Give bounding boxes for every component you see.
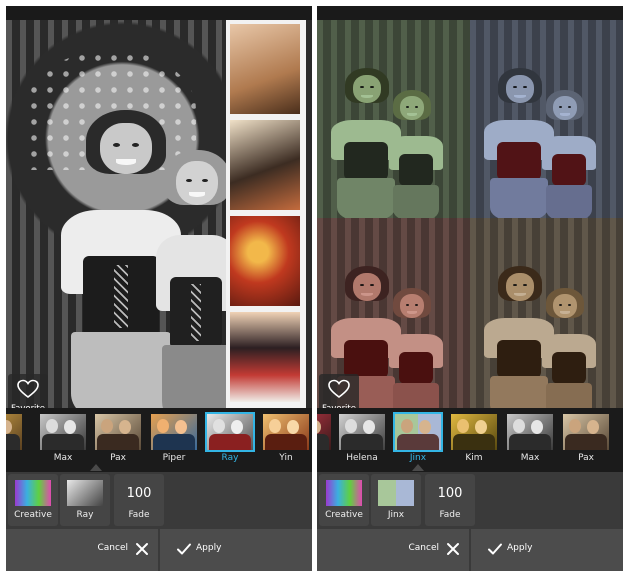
filter-thumbnail: [6, 414, 22, 450]
creative-label: Creative: [325, 510, 363, 520]
filter-pointer: [412, 464, 424, 471]
filter-thumbnail: [205, 412, 255, 452]
cancel-label: Cancel: [408, 543, 440, 553]
apply-button[interactable]: Apply: [160, 529, 312, 571]
cancel-button[interactable]: Cancel: [317, 529, 469, 571]
photo-strip: [226, 20, 306, 416]
photo-preview[interactable]: Favorite: [6, 20, 312, 416]
filter-label: Yin: [279, 453, 293, 463]
creative-button[interactable]: Creative: [8, 474, 58, 526]
tile-green: [317, 20, 470, 218]
fade-label: Fade: [128, 510, 150, 520]
editor-panel-right: Favorite Helena Jinx Kim Max Pax: [317, 6, 623, 571]
filter-item[interactable]: Helena: [339, 414, 385, 468]
strip-frame-2: [230, 120, 300, 210]
current-filter-label: Jinx: [387, 510, 405, 520]
filter-label: Ray: [221, 453, 239, 463]
filter-label: Pax: [110, 453, 126, 463]
filter-thumbnail: [317, 414, 331, 450]
filter-thumbnail: [507, 414, 553, 450]
filter-item[interactable]: Piper: [151, 414, 197, 468]
current-filter-thumbnail: [67, 480, 103, 506]
filter-pointer: [90, 464, 102, 471]
photo-preview[interactable]: Favorite: [317, 20, 623, 416]
tile-blue: [470, 20, 623, 218]
filter-thumbnail: [95, 414, 141, 450]
filter-thumbnail: [563, 414, 609, 450]
status-bar: [317, 6, 623, 20]
current-filter-label: Ray: [76, 510, 94, 520]
cancel-label: Cancel: [97, 543, 129, 553]
filter-item[interactable]: Pax: [563, 414, 609, 468]
close-icon: [447, 543, 459, 555]
fade-label: Fade: [439, 510, 461, 520]
filter-item[interactable]: m: [6, 414, 22, 468]
filter-label: Piper: [162, 453, 186, 463]
woman-left-head: [86, 110, 166, 220]
status-bar: [6, 6, 312, 20]
strip-frame-1: [230, 24, 300, 114]
creative-button[interactable]: Creative: [319, 474, 369, 526]
fade-value: 100: [126, 486, 152, 501]
filter-item[interactable]: Max: [40, 414, 86, 468]
filter-item-selected[interactable]: Ray: [205, 412, 255, 468]
check-icon: [488, 543, 502, 555]
action-bar: Cancel Apply: [317, 529, 623, 571]
creative-thumbnail: [15, 480, 51, 506]
strip-frame-4: [230, 312, 300, 402]
filter-thumbnail: [393, 412, 443, 452]
tile-sepia: [470, 218, 623, 416]
filter-label: Max: [53, 453, 73, 463]
heart-icon: [17, 379, 39, 399]
creative-thumbnail: [326, 480, 362, 506]
filter-item[interactable]: Kim: [451, 414, 497, 468]
filter-item[interactable]: Max: [507, 414, 553, 468]
filter-strip[interactable]: Helena Jinx Kim Max Pax: [317, 408, 623, 472]
check-icon: [177, 543, 191, 555]
tile-tint: [470, 20, 623, 218]
editor-panel-left: Favorite m Max Pax Piper Ray Yin: [6, 6, 312, 571]
heart-icon: [328, 379, 350, 399]
filter-thumbnail: [451, 414, 497, 450]
filter-label: Pax: [578, 453, 594, 463]
action-bar: Cancel Apply: [6, 529, 312, 571]
strip-frame-3: [230, 216, 300, 306]
apply-button[interactable]: Apply: [471, 529, 623, 571]
current-filter-button[interactable]: Jinx: [371, 474, 421, 526]
filter-item[interactable]: Yin: [263, 414, 309, 468]
tile-tint: [470, 218, 623, 416]
filter-item[interactable]: Pax: [95, 414, 141, 468]
creative-label: Creative: [14, 510, 52, 520]
current-filter-button[interactable]: Ray: [60, 474, 110, 526]
filter-thumbnail: [263, 414, 309, 450]
tile-tint: [317, 20, 470, 218]
filter-item[interactable]: [317, 414, 331, 468]
filter-strip[interactable]: m Max Pax Piper Ray Yin: [6, 408, 312, 472]
filter-item-selected[interactable]: Jinx: [393, 412, 443, 468]
close-icon: [136, 543, 148, 555]
cancel-button[interactable]: Cancel: [6, 529, 158, 571]
filter-label: Max: [520, 453, 540, 463]
fade-value: 100: [437, 486, 463, 501]
apply-label: Apply: [196, 543, 222, 553]
fade-control[interactable]: 100 Fade: [114, 474, 164, 526]
woman-right-dress: [156, 235, 236, 416]
filter-thumbnail: [339, 414, 385, 450]
woman-right-head: [164, 150, 230, 245]
filter-label: m: [6, 453, 28, 463]
filter-label: Kim: [465, 453, 483, 463]
filter-label: Helena: [346, 453, 378, 463]
fade-control[interactable]: 100 Fade: [425, 474, 475, 526]
apply-label: Apply: [507, 543, 533, 553]
filter-label: Jinx: [409, 453, 427, 463]
current-filter-thumbnail: [378, 480, 414, 506]
filter-thumbnail: [151, 414, 197, 450]
filter-thumbnail: [40, 414, 86, 450]
